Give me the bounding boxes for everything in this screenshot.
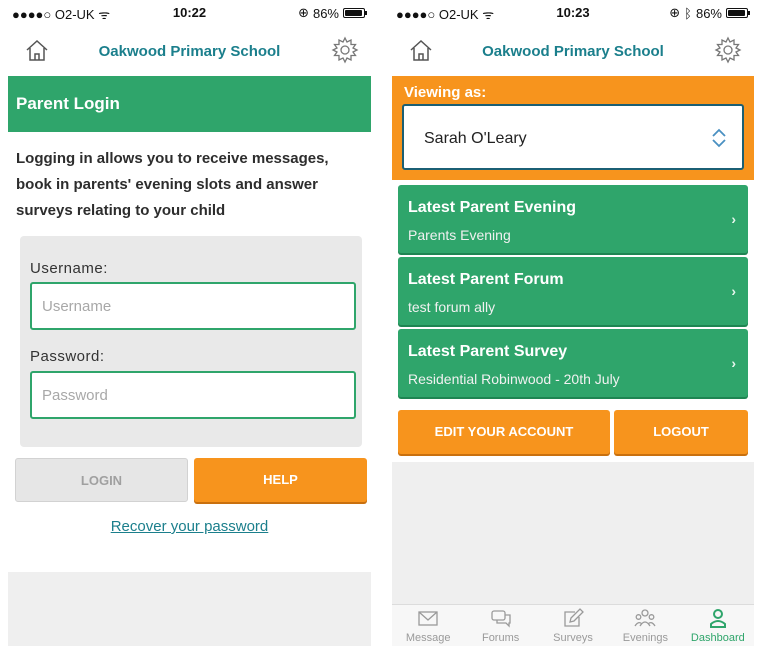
gear-icon[interactable]	[714, 36, 742, 64]
tab-label: Surveys	[553, 632, 593, 644]
login-title: Parent Login	[16, 94, 120, 113]
card-subtitle: test forum ally	[408, 299, 496, 315]
logout-button[interactable]: LOGOUT	[614, 410, 748, 454]
login-title-bar: Parent Login	[8, 76, 371, 132]
empty-area	[392, 462, 754, 604]
viewing-as-panel: Viewing as: Sarah O'Leary	[392, 76, 754, 180]
tab-surveys[interactable]: Surveys	[537, 605, 609, 646]
tab-label: Forums	[481, 632, 520, 644]
tab-label: Message	[405, 632, 451, 644]
tab-evenings[interactable]: Evenings	[609, 605, 681, 646]
login-intro-text: Logging in allows you to receive message…	[16, 150, 329, 219]
empty-area	[8, 572, 371, 646]
status-bar: ●●●●○ O2-UK ᯤ 10:23 ⊕ ᛒ 86%	[392, 0, 754, 24]
gear-icon[interactable]	[331, 36, 359, 64]
person-icon	[709, 609, 726, 628]
login-button[interactable]: LOGIN	[15, 458, 188, 502]
people-icon	[634, 609, 656, 627]
tab-forums[interactable]: Forums	[464, 605, 536, 646]
login-screen: ●●●●○ O2-UK ᯤ 10:22 ⊕ 86% Oakwood Primar…	[8, 0, 371, 646]
card-title: Latest Parent Evening	[408, 199, 577, 216]
edit-account-button[interactable]: EDIT YOUR ACCOUNT	[398, 410, 610, 454]
child-select[interactable]: Sarah O'Leary	[402, 104, 744, 170]
chevron-right-icon: ›	[731, 283, 736, 299]
username-input[interactable]	[30, 282, 356, 330]
bluetooth-icon: ᛒ	[684, 5, 692, 21]
viewing-as-label: Viewing as:	[404, 84, 487, 101]
card-title: Latest Parent Survey	[408, 343, 568, 360]
tab-message[interactable]: Message	[392, 605, 464, 646]
password-label: Password:	[30, 348, 105, 365]
chat-bubbles-icon	[490, 610, 511, 628]
battery-icon	[343, 8, 367, 18]
battery-percent: 86%	[695, 5, 722, 21]
chevron-updown-icon	[712, 128, 726, 148]
lock-rotation-icon: ⊕	[669, 5, 681, 20]
battery-percent: 86%	[312, 5, 339, 21]
help-button[interactable]: HELP	[194, 458, 367, 502]
edit-icon	[564, 608, 584, 627]
nav-header: Oakwood Primary School	[392, 28, 754, 74]
chevron-right-icon: ›	[731, 211, 736, 227]
card-title: Latest Parent Forum	[408, 271, 564, 288]
latest-parent-evening-card[interactable]: Latest Parent Evening Parents Evening ›	[398, 185, 748, 253]
password-input[interactable]	[30, 371, 356, 419]
status-bar: ●●●●○ O2-UK ᯤ 10:22 ⊕ 86%	[8, 0, 371, 24]
login-form: Username: Password:	[20, 236, 362, 447]
latest-parent-forum-card[interactable]: Latest Parent Forum test forum ally ›	[398, 257, 748, 325]
tab-dashboard[interactable]: Dashboard	[682, 605, 754, 646]
chevron-right-icon: ›	[731, 355, 736, 371]
status-right: ⊕ ᛒ 86%	[669, 5, 750, 21]
tab-bar: Message Forums Surveys Evenings Dashboar…	[392, 604, 754, 646]
card-subtitle: Residential Robinwood - 20th July	[408, 371, 620, 387]
tab-label: Evenings	[622, 632, 669, 644]
tab-label: Dashboard	[690, 632, 745, 644]
envelope-icon	[418, 611, 438, 626]
latest-parent-survey-card[interactable]: Latest Parent Survey Residential Robinwo…	[398, 329, 748, 397]
status-right: ⊕ 86%	[298, 5, 367, 21]
username-label: Username:	[30, 260, 108, 277]
page-title: Oakwood Primary School	[482, 43, 664, 60]
child-select-value: Sarah O'Leary	[424, 130, 527, 147]
recover-password-link[interactable]: Recover your password	[8, 518, 371, 535]
page-title: Oakwood Primary School	[98, 43, 281, 60]
battery-icon	[726, 8, 750, 18]
lock-rotation-icon: ⊕	[298, 5, 309, 20]
dashboard-screen: ●●●●○ O2-UK ᯤ 10:23 ⊕ ᛒ 86% Oakwood Prim…	[392, 0, 754, 646]
nav-header: Oakwood Primary School	[8, 28, 371, 74]
card-subtitle: Parents Evening	[408, 227, 511, 243]
